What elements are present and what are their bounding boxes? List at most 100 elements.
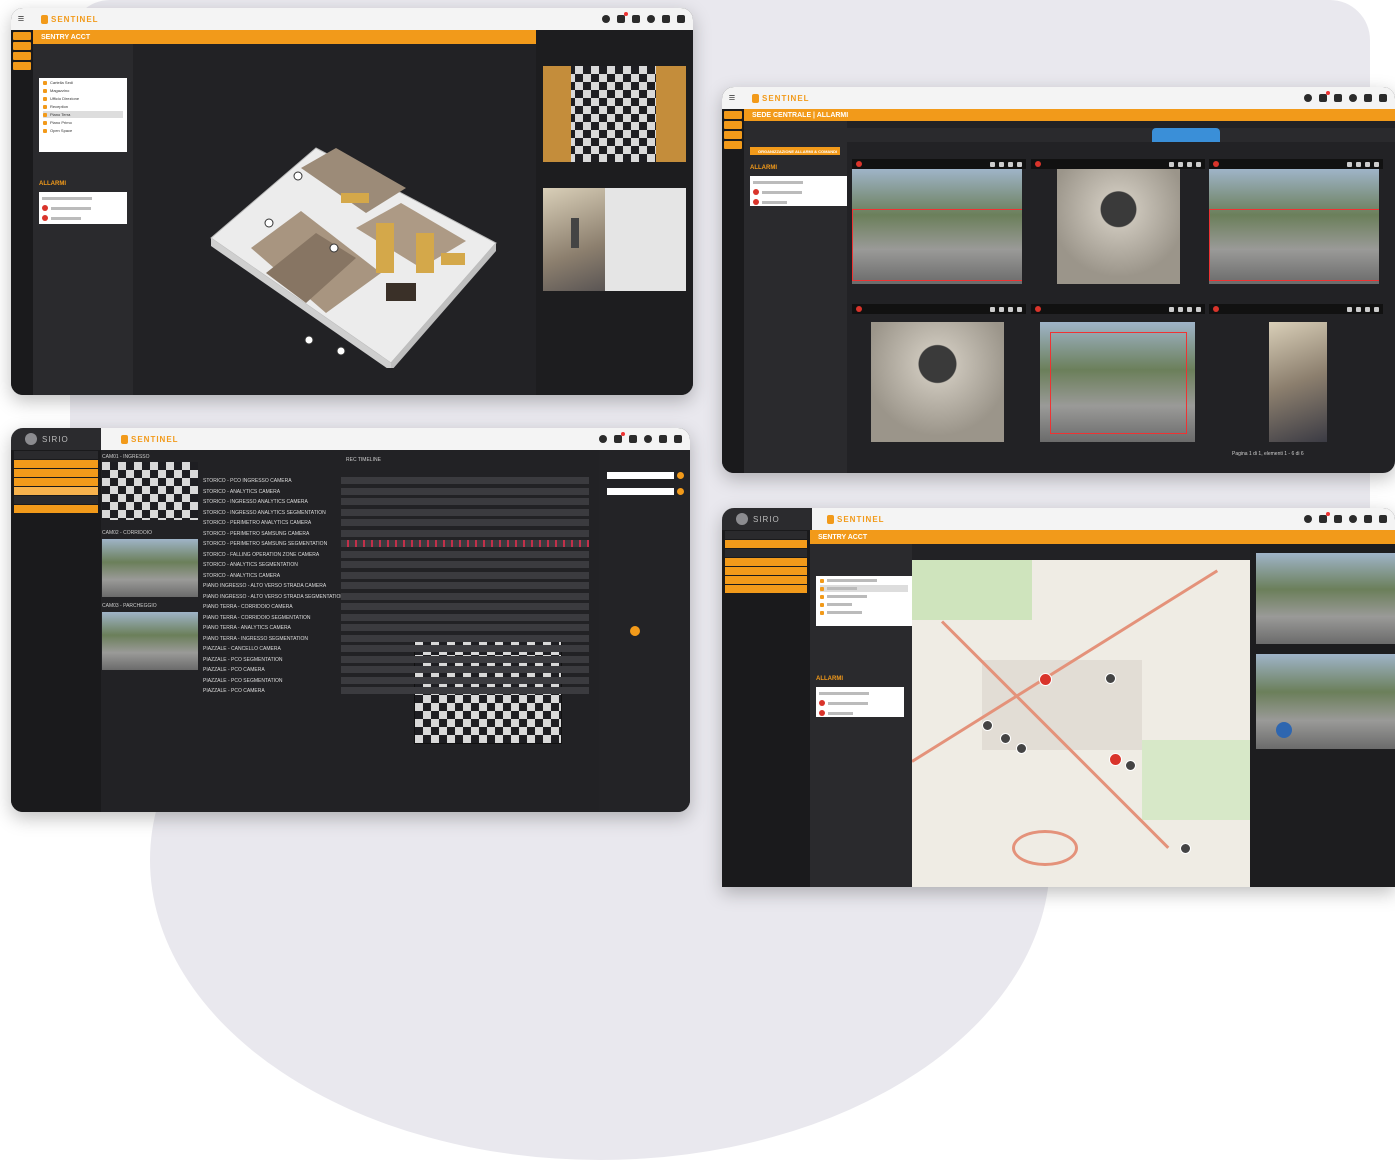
nav-item[interactable] bbox=[725, 558, 807, 566]
nav-item[interactable] bbox=[14, 469, 98, 477]
tree-item[interactable]: Reception bbox=[43, 103, 123, 110]
nav-item[interactable] bbox=[14, 460, 98, 468]
timeline-row-bar[interactable] bbox=[341, 655, 589, 663]
timeline-row-bar[interactable] bbox=[341, 529, 589, 537]
nav-item[interactable] bbox=[13, 62, 31, 70]
alarm-item[interactable] bbox=[753, 198, 844, 206]
flag-icon[interactable] bbox=[1364, 515, 1372, 523]
nav-item[interactable] bbox=[725, 531, 807, 539]
nav-item[interactable] bbox=[724, 121, 742, 129]
nav-item[interactable] bbox=[13, 42, 31, 50]
alarm-feed-2[interactable] bbox=[1057, 169, 1180, 284]
alarm-feed-5[interactable] bbox=[1040, 322, 1195, 442]
nav-item[interactable] bbox=[725, 585, 807, 593]
tree-item[interactable] bbox=[820, 609, 908, 616]
map-camera-feed-1[interactable] bbox=[1256, 553, 1395, 644]
folder-icon[interactable] bbox=[1334, 94, 1342, 102]
nav-item[interactable] bbox=[725, 549, 807, 557]
map-view[interactable] bbox=[912, 560, 1250, 887]
timeline-row-bar[interactable] bbox=[341, 519, 589, 526]
map-camera-feed-2[interactable] bbox=[1256, 654, 1395, 749]
timeline-row-bar[interactable] bbox=[341, 561, 589, 568]
tree-item-selected[interactable] bbox=[820, 585, 908, 592]
user-icon[interactable] bbox=[1304, 515, 1312, 523]
camera-marker[interactable] bbox=[1016, 743, 1027, 754]
timeline-row-bar[interactable] bbox=[341, 676, 589, 684]
alarm-feed-6[interactable] bbox=[1269, 322, 1327, 442]
grid-icon[interactable] bbox=[677, 15, 685, 23]
settings-icon[interactable] bbox=[1349, 94, 1357, 102]
timeline-row-bar[interactable] bbox=[341, 508, 589, 516]
flag-icon[interactable] bbox=[659, 435, 667, 443]
tree-item[interactable] bbox=[820, 593, 908, 600]
timeline-camera-1[interactable] bbox=[102, 462, 198, 520]
notification-icon[interactable] bbox=[617, 12, 628, 23]
user-icon[interactable] bbox=[1304, 94, 1312, 102]
alarm-feed-3[interactable] bbox=[1209, 169, 1379, 284]
nav-item[interactable] bbox=[724, 141, 742, 149]
timeline-row-bar[interactable] bbox=[341, 582, 589, 589]
tree-item[interactable] bbox=[820, 601, 908, 608]
timeline-row-bar[interactable] bbox=[341, 624, 589, 631]
timeline-row-bar[interactable] bbox=[341, 498, 589, 505]
camera-marker[interactable] bbox=[1000, 733, 1011, 744]
alarm-feed-4[interactable] bbox=[871, 322, 1004, 442]
timeline-camera-2[interactable] bbox=[102, 539, 198, 597]
alarm-marker[interactable] bbox=[1039, 673, 1052, 686]
notification-icon[interactable] bbox=[1319, 91, 1330, 102]
timeline-row-bar[interactable] bbox=[341, 487, 589, 495]
user-icon[interactable] bbox=[602, 15, 610, 23]
notification-icon[interactable] bbox=[1319, 512, 1330, 523]
floorplan-3d[interactable] bbox=[206, 133, 501, 368]
alarm-item[interactable] bbox=[819, 699, 901, 707]
folder-icon[interactable] bbox=[1334, 515, 1342, 523]
timeline-row-bar[interactable] bbox=[341, 666, 589, 673]
settings-icon[interactable] bbox=[647, 15, 655, 23]
user-icon[interactable] bbox=[599, 435, 607, 443]
alarm-item[interactable] bbox=[753, 178, 844, 186]
alarm-feed-1[interactable] bbox=[852, 169, 1022, 284]
alarm-item[interactable] bbox=[819, 689, 901, 697]
timeline-camera-3[interactable] bbox=[102, 612, 198, 670]
nav-item[interactable] bbox=[14, 505, 98, 513]
camera-feed-corridor[interactable] bbox=[543, 66, 686, 162]
grid-icon[interactable] bbox=[674, 435, 682, 443]
grid-icon[interactable] bbox=[1379, 94, 1387, 102]
nav-item[interactable] bbox=[13, 32, 31, 40]
timeline-row-bar[interactable] bbox=[341, 540, 589, 547]
grid-icon[interactable] bbox=[1379, 515, 1387, 523]
folder-icon[interactable] bbox=[632, 15, 640, 23]
tab-active[interactable] bbox=[1152, 128, 1220, 142]
tree-item[interactable]: Open Space bbox=[43, 127, 123, 134]
camera-marker[interactable] bbox=[1125, 760, 1136, 771]
tree-item[interactable]: Piano Primo bbox=[43, 119, 123, 126]
menu-icon[interactable]: ≡ bbox=[722, 92, 742, 104]
camera-feed-office[interactable] bbox=[543, 188, 686, 291]
alarm-item[interactable] bbox=[753, 188, 844, 196]
settings-icon[interactable] bbox=[644, 435, 652, 443]
nav-item-active[interactable] bbox=[725, 540, 807, 548]
timeline-row-bar[interactable] bbox=[341, 687, 589, 694]
alarm-item[interactable] bbox=[42, 194, 124, 202]
nav-item[interactable] bbox=[724, 111, 742, 119]
flag-icon[interactable] bbox=[662, 15, 670, 23]
tree-item-selected[interactable]: Piano Terra bbox=[43, 111, 123, 118]
nav-item-active[interactable] bbox=[14, 487, 98, 495]
nav-item[interactable] bbox=[14, 478, 98, 486]
alarm-item[interactable] bbox=[42, 214, 124, 222]
camera-marker[interactable] bbox=[1180, 843, 1191, 854]
notification-icon[interactable] bbox=[614, 432, 625, 443]
nav-item[interactable] bbox=[725, 576, 807, 584]
nav-item[interactable] bbox=[13, 52, 31, 60]
nav-item[interactable] bbox=[725, 567, 807, 575]
timeline-row-bar[interactable] bbox=[341, 613, 589, 621]
camera-marker[interactable] bbox=[1105, 673, 1116, 684]
timeline-row-bar[interactable] bbox=[341, 592, 589, 600]
timeline-row-bar[interactable] bbox=[341, 603, 589, 610]
timeline-row-bar[interactable] bbox=[341, 550, 589, 558]
nav-item[interactable] bbox=[14, 451, 98, 459]
settings-icon[interactable] bbox=[1349, 515, 1357, 523]
alarm-marker[interactable] bbox=[1109, 753, 1122, 766]
nav-item[interactable] bbox=[14, 496, 98, 504]
timeline-row-bar[interactable] bbox=[341, 634, 589, 642]
